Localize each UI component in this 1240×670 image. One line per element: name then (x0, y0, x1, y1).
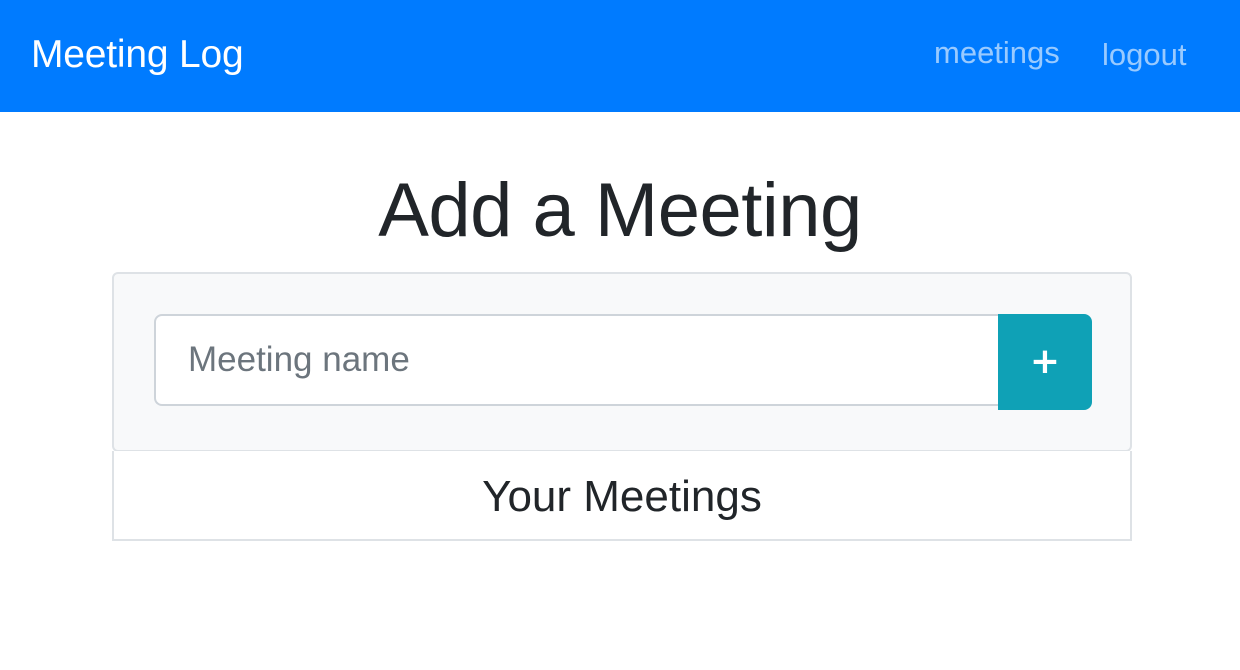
meetings-list-card: Your Meetings (112, 451, 1132, 541)
add-meeting-form: + (112, 272, 1132, 452)
meeting-name-input[interactable] (154, 314, 998, 406)
nav-link-logout[interactable]: logout (1102, 35, 1186, 75)
meetings-list-heading: Your Meetings (482, 472, 762, 521)
navbar: Meeting Log meetings logout (0, 0, 1240, 112)
nav-link-meetings[interactable]: meetings (934, 33, 1060, 73)
add-meeting-button[interactable]: + (998, 314, 1092, 410)
page-title: Add a Meeting (378, 168, 862, 253)
brand-link[interactable]: Meeting Log (31, 31, 244, 79)
